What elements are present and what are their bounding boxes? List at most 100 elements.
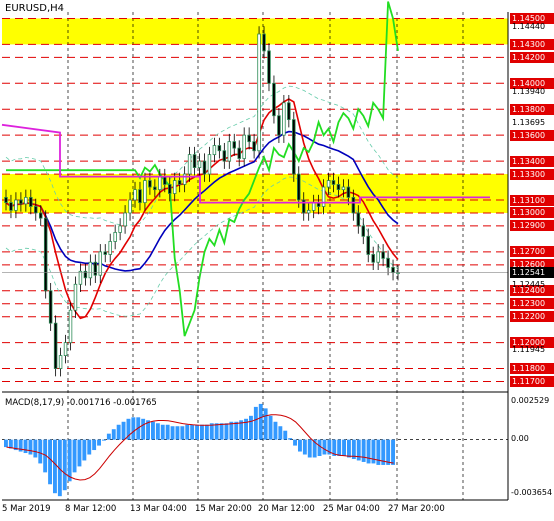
level-label-4: 1.13800 [510,103,554,115]
candle-body-74 [371,254,375,263]
candle-body-78 [391,267,395,274]
candle-body-37 [187,154,192,175]
candle-body-71 [356,212,361,227]
candle-body-12 [63,342,68,356]
macd-bar-79 [391,439,395,465]
macd-bar-18 [92,439,97,451]
candle-body-11 [58,355,63,369]
macd-bar-52 [258,403,263,440]
candle-body-21 [108,241,112,255]
macd-bar-24 [121,421,126,440]
macd-bar-69 [342,439,346,456]
scale-label-4: 1.11945 [512,345,546,355]
macd-bar-10 [53,439,57,494]
candle-body-14 [73,283,78,311]
level-label-15: 1.12200 [510,311,554,323]
candle-body-47 [237,147,241,159]
candle-body-7 [38,212,43,219]
macd-bar-6 [33,439,38,458]
candle-body-57 [287,102,291,121]
level-label-14: 1.12300 [510,298,554,310]
macd-bar-68 [337,439,342,456]
symbol-label: EURUSD,H4 [5,3,65,14]
candle-body-45 [227,141,232,162]
macd-bar-76 [376,439,381,465]
macd-bar-37 [185,424,190,440]
macd-bar-30 [151,421,155,440]
macd-bar-64 [317,439,322,456]
macd-bar-62 [307,439,312,458]
candle-body-44 [222,150,227,162]
macd-scale-min: -0.003654 [511,488,553,497]
macd-bar-54 [268,415,273,440]
candle-body-55 [277,115,281,136]
candle-body-20 [103,251,107,255]
candle-body-66 [331,180,336,185]
level-label-17: 1.11800 [510,363,554,375]
macd-bar-13 [67,439,72,482]
macd-bar-12 [62,439,67,491]
candle-body-28 [143,180,147,203]
candle-body-56 [282,102,286,136]
macd-bar-22 [111,429,116,440]
candle-body-2 [14,199,18,211]
candle-body-8 [43,217,48,292]
candle-body-13 [68,309,73,344]
candle-body-70 [351,197,356,214]
macd-bar-21 [106,433,111,440]
scale-label-1: 1.13940 [512,86,546,96]
macd-bar-47 [234,421,239,440]
macd-bar-4 [23,439,28,454]
macd-bar-70 [347,439,351,458]
candle-body-54 [272,82,276,117]
macd-bar-58 [288,438,293,440]
candle-body-75 [376,251,380,263]
candle-body-43 [217,145,222,152]
level-label-11: 1.12700 [510,246,554,258]
macd-bar-16 [82,439,87,461]
candle-body-10 [53,322,58,369]
macd-bar-42 [209,423,214,440]
eurusd-h4-chart[interactable] [0,0,554,521]
time-label-4: 20 Mar 12:00 [258,504,315,514]
candle-body-39 [197,160,202,168]
candle-body-25 [128,199,132,214]
candle-body-17 [88,261,93,279]
candle-body-35 [177,180,182,185]
candle-body-41 [207,154,212,175]
macd-bar-32 [160,424,165,440]
candle-body-30 [153,186,157,191]
candle-body-72 [361,225,366,237]
macd-bar-73 [361,439,366,462]
macd-bar-31 [155,423,160,440]
macd-bar-35 [175,426,180,440]
candle-body-31 [158,176,162,191]
candle-body-58 [292,119,296,175]
macd-bar-44 [219,423,224,440]
scale-label-2: 1.13695 [512,118,546,128]
macd-bar-51 [253,406,258,440]
level-label-2: 1.14200 [510,51,554,63]
candle-body-26 [133,189,137,201]
candle-body-27 [138,189,142,203]
macd-bar-23 [116,424,121,440]
macd-bar-41 [204,424,209,440]
candle-body-32 [163,176,167,185]
macd-bar-28 [141,418,146,440]
candle-body-6 [34,206,38,214]
macd-bar-72 [356,439,361,461]
candle-body-49 [247,134,251,143]
macd-bar-9 [48,439,52,485]
macd-bar-5 [28,439,33,455]
candle-body-77 [386,257,390,268]
macd-bar-61 [302,439,307,455]
macd-bar-36 [180,426,185,440]
macd-bar-65 [322,439,327,455]
candle-body-34 [172,180,177,194]
candle-body-23 [118,225,122,233]
macd-bar-40 [200,424,204,440]
candle-body-69 [346,186,351,198]
time-label-2: 13 Mar 04:00 [130,504,187,514]
macd-bar-0 [4,439,8,448]
current-price-label: 1.12541 [510,266,554,278]
